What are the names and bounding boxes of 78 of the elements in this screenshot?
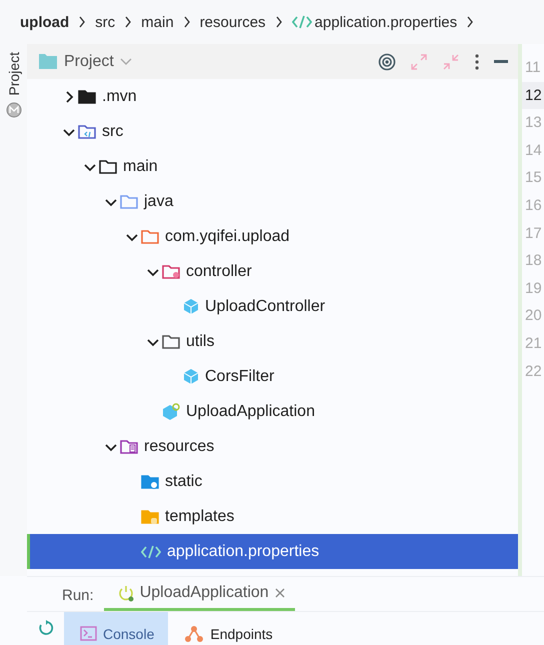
tree-row[interactable]: src (27, 114, 518, 149)
tree-row[interactable]: UploadApplication (27, 394, 518, 429)
rerun-icon[interactable] (38, 620, 54, 636)
panel-title[interactable]: Project (64, 52, 114, 70)
tree-item-label: static (165, 472, 202, 490)
tree-row[interactable]: controller (27, 254, 518, 289)
tree-item-label: controller (186, 262, 252, 280)
tree-item-label: main (123, 158, 158, 176)
tree-item-label: .mvn (102, 88, 137, 106)
chevron-icon (124, 16, 132, 28)
code-icon (141, 544, 161, 558)
target-icon[interactable] (378, 52, 396, 70)
line-number: 21 (524, 334, 543, 354)
power-icon (118, 584, 134, 602)
tree-row[interactable]: templates (27, 499, 518, 534)
code-icon (292, 15, 312, 29)
folder-icon (141, 508, 159, 524)
tree-row[interactable]: UploadController (27, 289, 518, 324)
tree-row[interactable]: com.yqifei.upload (27, 219, 518, 254)
line-number: 12 (522, 82, 544, 110)
nodes-icon (184, 624, 204, 642)
chevron-icon (78, 16, 86, 28)
folder-icon (120, 194, 138, 210)
line-number: 19 (524, 278, 543, 299)
line-number: 11 (524, 58, 542, 78)
folder-icon (78, 88, 96, 104)
tree-item-label: UploadApplication (186, 402, 315, 420)
tree-row[interactable]: utils (27, 324, 518, 359)
more-icon[interactable] (474, 52, 480, 70)
minimize-icon[interactable] (494, 60, 508, 64)
tree-row[interactable]: application.properties (27, 534, 518, 569)
line-number: 14 (524, 140, 543, 161)
breadcrumb[interactable]: main (141, 14, 174, 30)
line-number: 13 (524, 113, 543, 134)
m-circle-icon (6, 102, 22, 118)
breadcrumb[interactable]: resources (200, 14, 266, 30)
tree-item-label: CorsFilter (205, 368, 274, 386)
folder-icon (38, 53, 58, 70)
line-number: 17 (524, 224, 543, 244)
breadcrumb[interactable]: upload (20, 14, 70, 30)
cube-icon (183, 298, 199, 315)
tree-item-label: templates (165, 508, 234, 526)
line-number: 18 (524, 251, 543, 272)
run-label: Run: (62, 587, 94, 606)
close-icon[interactable] (274, 588, 285, 598)
line-number: 20 (524, 306, 543, 326)
folder-icon (99, 158, 117, 174)
line-number: 22 (524, 362, 543, 382)
breadcrumb[interactable]: application.properties (292, 14, 458, 30)
cube-icon (162, 402, 180, 420)
tree-item-label: application.properties (167, 542, 320, 560)
tree-item-label: UploadController (205, 298, 326, 316)
folder-icon (78, 124, 96, 140)
tree-row[interactable]: .mvn (27, 79, 518, 114)
tree-row[interactable]: CorsFilter (27, 359, 518, 394)
line-number: 16 (524, 196, 543, 216)
tree-row[interactable]: resources (27, 429, 518, 464)
breadcrumb[interactable]: src (95, 14, 116, 30)
tree-item-label: resources (144, 438, 214, 456)
folder-icon (120, 438, 138, 454)
tool-tab[interactable]: Endpoints (168, 612, 287, 645)
folder-icon (162, 334, 180, 350)
cube-icon (183, 368, 199, 385)
tree-item-label: java (144, 192, 174, 210)
folder-icon (141, 228, 159, 244)
chevron-icon (274, 16, 283, 28)
chevron-icon (182, 16, 191, 28)
line-number: 15 (524, 168, 543, 188)
tree-item-label: utils (186, 332, 214, 350)
tree-row[interactable]: static (27, 464, 518, 499)
tool-window-label[interactable]: Project (6, 52, 22, 96)
chevron-icon (466, 16, 474, 28)
terminal-icon (80, 626, 97, 641)
tool-tab[interactable]: Console (64, 612, 168, 645)
tree-item-label: src (102, 122, 124, 140)
tree-row[interactable]: java (27, 184, 518, 219)
tree-row[interactable]: main (27, 149, 518, 184)
tree-item-label: com.yqifei.upload (165, 228, 290, 246)
